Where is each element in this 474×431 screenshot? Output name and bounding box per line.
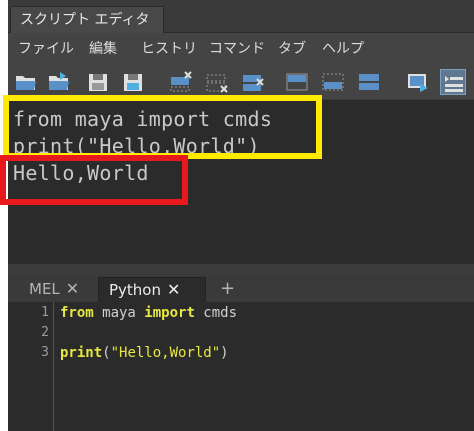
highlight-box-red <box>0 155 188 205</box>
execute-icon[interactable] <box>440 69 466 95</box>
keyword: print <box>60 345 103 361</box>
tab-label: MEL <box>29 280 60 298</box>
line-number: 2 <box>41 325 49 340</box>
show-both-icon[interactable] <box>356 69 382 95</box>
source-script-icon[interactable] <box>46 69 72 95</box>
clear-input-icon[interactable] <box>204 69 230 95</box>
string-literal: "Hello,World" <box>110 345 221 361</box>
script-editor-window: スクリプト エディタ ファイル 編集 ヒストリ コマンド タブ ヘルプ from… <box>8 0 474 431</box>
clear-history-icon[interactable] <box>168 69 194 95</box>
line-number: 3 <box>41 345 49 360</box>
highlight-box-yellow <box>3 95 322 159</box>
save-script-icon[interactable] <box>85 69 111 95</box>
open-script-icon[interactable] <box>13 69 39 95</box>
menu-file[interactable]: ファイル <box>18 40 74 58</box>
window-title-tab[interactable]: スクリプト エディタ <box>10 6 165 33</box>
tab-bar: MEL ✕ Python ✕ + <box>8 274 474 302</box>
execute-all-icon[interactable] <box>405 69 431 95</box>
python-input-editor[interactable]: 1 2 3 from maya import cmds print("Hello… <box>8 302 474 431</box>
line-number-gutter: 1 2 3 <box>8 302 54 431</box>
close-icon[interactable]: ✕ <box>66 279 79 298</box>
panel-splitter[interactable] <box>8 264 474 274</box>
keyword: import <box>144 305 195 321</box>
keyword: from <box>60 305 94 321</box>
show-history-only-icon[interactable] <box>284 69 310 95</box>
show-input-only-icon[interactable] <box>320 69 346 95</box>
code-text: ( <box>102 345 111 361</box>
code-text: cmds <box>194 305 238 321</box>
tab-python[interactable]: Python ✕ <box>98 277 206 302</box>
code-text: ) <box>220 345 229 361</box>
add-tab-label: + <box>220 278 236 299</box>
save-script-to-shelf-icon[interactable] <box>120 69 146 95</box>
menu-edit[interactable]: 編集 <box>89 40 117 58</box>
line-number: 1 <box>41 305 49 320</box>
code-text: maya <box>93 305 145 321</box>
menu-history[interactable]: ヒストリ <box>141 40 197 58</box>
add-tab-button[interactable]: + <box>214 277 241 302</box>
title-bar: スクリプト エディタ <box>8 0 474 33</box>
code-line: print("Hello,World") <box>60 343 229 363</box>
tab-mel[interactable]: MEL ✕ <box>23 277 85 302</box>
menu-tab[interactable]: タブ <box>278 40 306 58</box>
menu-command[interactable]: コマンド <box>209 40 265 58</box>
tab-label: Python <box>109 281 161 299</box>
menu-help[interactable]: ヘルプ <box>322 40 364 58</box>
clear-all-icon[interactable] <box>240 69 266 95</box>
close-icon[interactable]: ✕ <box>167 280 180 299</box>
menu-bar: ファイル 編集 ヒストリ コマンド タブ ヘルプ <box>8 34 474 64</box>
code-line: from maya import cmds <box>60 303 237 323</box>
